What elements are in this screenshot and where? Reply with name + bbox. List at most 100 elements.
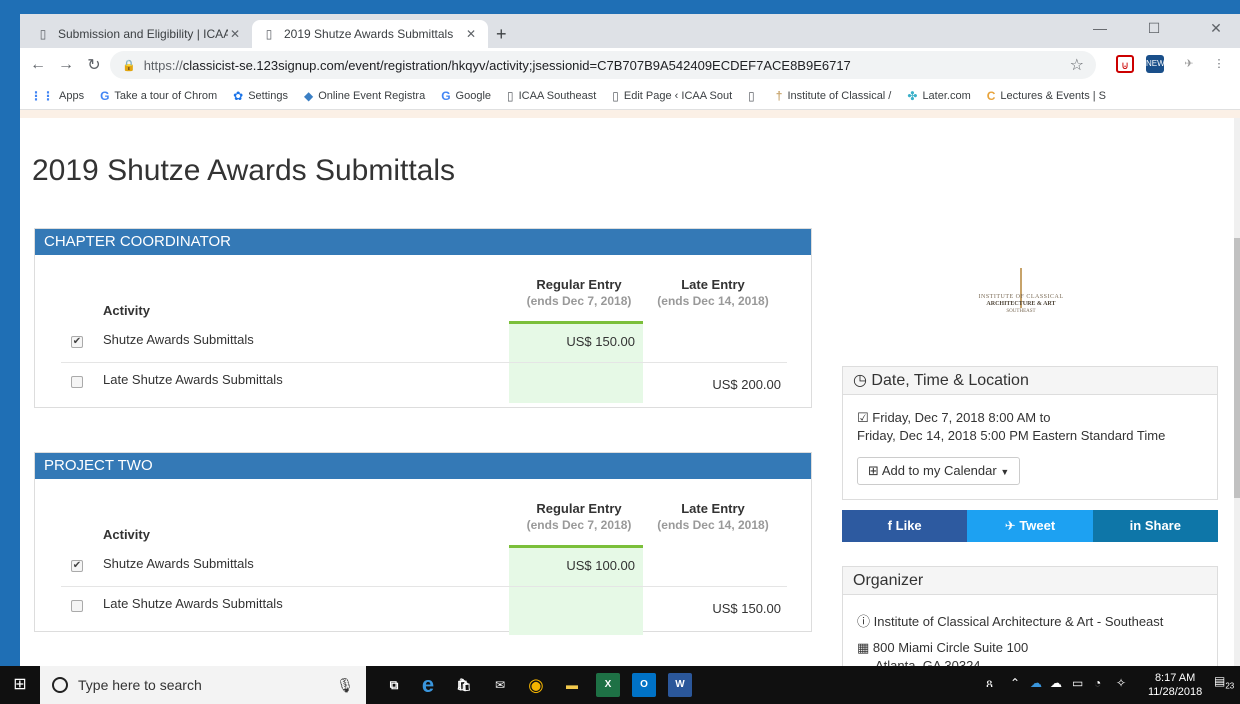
bookmark-label: Apps: [59, 89, 85, 102]
section-chapter-coordinator: CHAPTER COORDINATOR Activity Regular Ent…: [34, 228, 812, 408]
bookmark-tour[interactable]: G Take a tour of Chrom: [100, 89, 217, 103]
windows-taskbar: ⊞ Type here to search 🎙 ⧉ e 🛍 ✉ ◉ ▬ X O …: [0, 666, 1240, 704]
close-icon[interactable]: ✕: [228, 27, 242, 41]
address-line-2: Atlanta, GA 30324: [875, 658, 981, 666]
chrome-icon[interactable]: ◉: [524, 673, 548, 697]
dropbox-icon[interactable]: ✧: [1116, 676, 1126, 690]
bookmark-lectures[interactable]: C Lectures & Events | S: [987, 89, 1106, 103]
back-icon[interactable]: ←: [24, 56, 52, 74]
new-tab-button[interactable]: +: [496, 24, 507, 44]
logo-line-2: ARCHITECTURE & ART: [986, 301, 1056, 307]
minimize-icon[interactable]: —: [1080, 20, 1120, 36]
page-icon: ▯: [39, 27, 47, 41]
caret-down-icon: ▼: [1000, 467, 1010, 477]
address-bar[interactable]: 🔒 https://classicist-se.123signup.com/ev…: [110, 51, 1096, 79]
activity-checkbox[interactable]: [71, 600, 83, 612]
twitter-tweet-button[interactable]: ✈ Tweet: [967, 510, 1093, 542]
wifi-icon[interactable]: ◔: [1094, 676, 1101, 690]
notifications-icon[interactable]: ▤23: [1214, 674, 1234, 690]
tab-title: Submission and Eligibility | ICAA: [58, 27, 228, 41]
late-price: US$ 200.00: [712, 377, 781, 392]
organizer-panel: Organizer ⓘ Institute of Classical Archi…: [842, 566, 1218, 666]
bookmark-star-icon[interactable]: ☆: [1070, 55, 1084, 75]
store-icon[interactable]: 🛍: [452, 673, 476, 697]
logo-line-3: SOUTHEAST: [1006, 309, 1036, 314]
tab-strip: ▯ Submission and Eligibility | ICAA ✕ ▯ …: [20, 14, 1240, 48]
activity-header: Activity: [103, 303, 150, 318]
bookmark-apps[interactable]: ⋮⋮ Apps: [30, 89, 84, 103]
event-start: ☑ Friday, Dec 7, 2018 8:00 AM to: [857, 409, 1165, 427]
regular-entry-deadline: (ends Dec 7, 2018): [526, 518, 632, 532]
extension-icon[interactable]: ✈: [1180, 55, 1198, 73]
menu-kebab-icon[interactable]: ⋮: [1210, 55, 1228, 73]
onedrive-icon[interactable]: ☁: [1030, 676, 1042, 690]
bookmark-online-event[interactable]: ◆ Online Event Registra: [304, 89, 425, 103]
maximize-icon[interactable]: ☐: [1134, 20, 1174, 37]
tab-submission[interactable]: ▯ Submission and Eligibility | ICAA ✕: [26, 20, 252, 48]
url-prefix: https://: [143, 57, 183, 73]
activity-checkbox[interactable]: ✔: [71, 560, 83, 572]
bookmark-icaa-southeast[interactable]: ▯ ICAA Southeast: [507, 89, 596, 103]
edge-icon[interactable]: e: [416, 673, 440, 697]
building-icon: ▦: [857, 640, 870, 655]
bookmark-label: ICAA Southeast: [518, 89, 597, 102]
file-explorer-icon[interactable]: ▬: [560, 673, 584, 697]
late-entry-deadline: (ends Dec 14, 2018): [657, 294, 769, 308]
activity-checkbox[interactable]: [71, 376, 83, 388]
add-to-calendar-button[interactable]: ⊞ Add to my Calendar ▼: [857, 457, 1021, 485]
bookmark-google[interactable]: G Google: [441, 89, 491, 103]
table-row: Late Shutze Awards Submittals US$ 200.00: [61, 363, 787, 403]
bookmark-institute[interactable]: † Institute of Classical /: [776, 89, 892, 103]
microphone-icon[interactable]: 🎙: [336, 677, 354, 694]
browser-toolbar: ← → ↻ 🔒 https://classicist-se.123signup.…: [20, 48, 1240, 82]
tab-shutze[interactable]: ▯ 2019 Shutze Awards Submittals ✕: [252, 20, 488, 48]
task-view-icon[interactable]: ⧉: [382, 673, 406, 697]
section-project-two: PROJECT TWO Activity Regular Entry (ends…: [34, 452, 812, 635]
close-icon[interactable]: ✕: [464, 27, 478, 41]
linkedin-share-button[interactable]: in Share: [1092, 510, 1218, 542]
organizer-heading: Organizer: [843, 567, 1217, 595]
system-clock[interactable]: 8:17 AM 11/28/2018: [1148, 671, 1202, 699]
late-entry-header: Late Entry (ends Dec 14, 2018): [643, 501, 783, 532]
late-entry-label: Late Entry: [681, 277, 745, 292]
scrollbar-thumb[interactable]: [1234, 238, 1240, 498]
table-row: Late Shutze Awards Submittals US$ 150.00: [61, 587, 787, 627]
reload-icon[interactable]: ↻: [80, 55, 108, 75]
word-icon[interactable]: W: [668, 673, 692, 697]
mail-icon[interactable]: ✉: [488, 673, 512, 697]
bookmark-edit-page[interactable]: ▯ Edit Page ‹ ICAA Sout: [612, 89, 732, 103]
organizer-name: ⓘ Institute of Classical Architecture & …: [857, 611, 1163, 630]
bookmark-untitled[interactable]: ▯: [748, 89, 760, 103]
calendar-plus-icon: ⊞: [868, 463, 879, 478]
excel-icon[interactable]: X: [596, 673, 620, 697]
battery-icon[interactable]: ▭: [1072, 676, 1083, 690]
windows-start-icon[interactable]: ⊞: [0, 666, 40, 704]
onedrive-personal-icon[interactable]: ☁: [1050, 676, 1062, 690]
url-path: classicist-se.123signup.com/event/regist…: [182, 57, 851, 73]
window-close-icon[interactable]: ✕: [1196, 20, 1236, 37]
share-label: Share: [1144, 518, 1181, 533]
outlook-icon[interactable]: O: [632, 673, 656, 697]
activity-header: Activity: [103, 527, 150, 542]
facebook-like-button[interactable]: f Like: [842, 510, 968, 542]
chevron-up-icon[interactable]: ⌃: [1010, 676, 1020, 690]
later-icon: ✤: [907, 88, 918, 103]
late-entry-header: Late Entry (ends Dec 14, 2018): [643, 277, 783, 308]
regular-entry-deadline: (ends Dec 7, 2018): [526, 294, 632, 308]
activity-name: Shutze Awards Submittals: [103, 332, 254, 347]
bookmark-settings[interactable]: ✿ Settings: [233, 89, 288, 103]
taskbar-search[interactable]: Type here to search 🎙: [40, 666, 366, 704]
people-icon[interactable]: ጸ: [986, 676, 993, 691]
new-extension-icon[interactable]: NEW: [1146, 55, 1165, 73]
page-scrollbar[interactable]: [1234, 118, 1240, 666]
datetime-panel: ◷ Date, Time & Location ☑ Friday, Dec 7,…: [842, 366, 1218, 500]
activity-checkbox[interactable]: ✔: [71, 336, 83, 348]
forward-icon[interactable]: →: [52, 56, 80, 74]
info-icon: ⓘ: [857, 614, 871, 629]
logo-line-1: INSTITUTE OF CLASSICAL: [978, 294, 1064, 300]
pocket-extension-icon[interactable]: ⊍: [1116, 55, 1134, 73]
section-body: Activity Regular Entry (ends Dec 7, 2018…: [35, 479, 811, 635]
section-body: Activity Regular Entry (ends Dec 7, 2018…: [35, 255, 811, 407]
bookmark-later[interactable]: ✤ Later.com: [907, 89, 970, 103]
calendar-button-label: Add to my Calendar: [881, 463, 997, 478]
